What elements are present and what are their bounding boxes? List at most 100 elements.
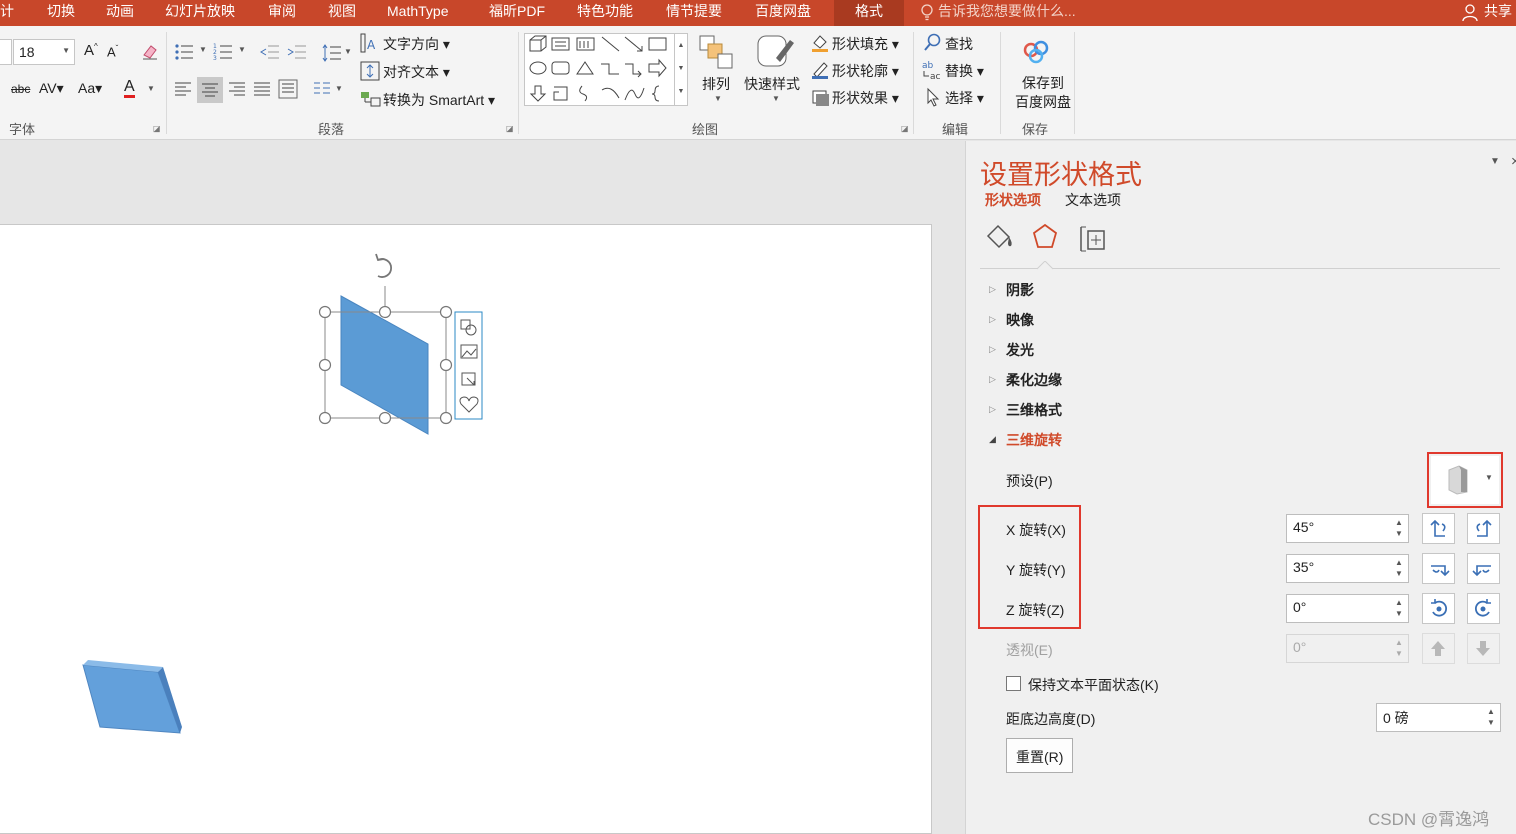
lightbulb-icon	[921, 4, 933, 21]
dialog-launcher-icon[interactable]: ◪	[153, 124, 161, 133]
save-to-baidu-button[interactable]: 保存到 百度网盘	[1015, 74, 1071, 112]
clear-format-icon[interactable]	[141, 43, 159, 61]
pane-title: 设置形状格式	[980, 160, 1142, 190]
convert-smartart-button[interactable]: 转换为 SmartArt ▾	[383, 90, 495, 110]
tab-mathtype[interactable]: MathType	[387, 0, 448, 26]
preset-3d-shape-icon	[1448, 465, 1468, 495]
find-button[interactable]: 查找	[945, 34, 973, 54]
distance-from-ground-spinner[interactable]: 0 磅 ▲ ▼	[1376, 703, 1501, 732]
close-icon[interactable]: ×	[1511, 153, 1516, 170]
strikethrough-button[interactable]: abc	[11, 82, 30, 96]
quick-styles-button[interactable]: 快速样式	[744, 74, 800, 94]
bullets-icon[interactable]	[174, 43, 198, 61]
y-rotate-down-button[interactable]	[1467, 553, 1500, 584]
shrink-font-button[interactable]: Aˇ	[107, 44, 118, 59]
tab-transitions[interactable]: 切换	[47, 0, 75, 26]
tab-storyboard[interactable]: 情节提要	[666, 0, 722, 26]
z-rotate-counterclockwise-button[interactable]	[1467, 593, 1500, 624]
chevron-down-icon[interactable]: ▼	[344, 47, 352, 56]
align-right-icon[interactable]	[228, 81, 246, 97]
chevron-down-icon[interactable]: ▼	[335, 84, 343, 93]
tab-baidu-netdisk[interactable]: 百度网盘	[755, 0, 811, 26]
effects-pentagon-icon[interactable]	[1031, 222, 1059, 252]
keep-text-flat-checkbox[interactable]	[1006, 676, 1021, 691]
quick-layout-buttons[interactable]	[454, 311, 483, 420]
chevron-down-icon[interactable]: ▼	[147, 84, 155, 93]
tab-foxit-pdf[interactable]: 福昕PDF	[489, 0, 545, 26]
x-rotate-right-button[interactable]	[1467, 513, 1500, 544]
arrange-button[interactable]: 排列	[702, 74, 730, 94]
section-3d-format[interactable]: 三维格式	[1006, 400, 1062, 420]
tab-format[interactable]: 格式	[834, 0, 904, 26]
tab-design[interactable]: 计	[0, 0, 14, 26]
select-button[interactable]: 选择 ▾	[945, 88, 984, 108]
z-rotate-clockwise-button[interactable]	[1422, 593, 1455, 624]
decrease-indent-icon[interactable]	[260, 43, 280, 61]
increase-indent-icon[interactable]	[287, 43, 307, 61]
y-rotate-up-button[interactable]	[1422, 553, 1455, 584]
preset-label: 预设(P)	[1006, 473, 1053, 489]
grow-font-button[interactable]: A^	[84, 42, 98, 59]
keep-text-flat-label: 保持文本平面状态(K)	[1028, 677, 1159, 693]
change-case-button[interactable]: Aa▾	[78, 80, 102, 97]
rotated-3d-shape[interactable]	[82, 660, 182, 734]
tab-slideshow[interactable]: 幻灯片放映	[165, 0, 235, 26]
dialog-launcher-icon[interactable]: ◪	[901, 124, 909, 133]
chevron-down-icon[interactable]: ▼	[199, 45, 207, 54]
svg-text:ac: ac	[930, 72, 941, 81]
spinner-arrows-icon[interactable]: ▲ ▼	[1486, 706, 1496, 728]
line-spacing-icon[interactable]	[322, 43, 342, 63]
tell-me-input[interactable]: 告诉我您想要做什么...	[938, 0, 1076, 26]
select-cursor-icon	[927, 87, 940, 107]
tab-text-options[interactable]: 文本选项	[1065, 190, 1121, 210]
spinner-arrows-icon[interactable]: ▲ ▼	[1394, 597, 1404, 619]
shapes-gallery[interactable]: ▲ ▼ ▼	[524, 33, 688, 106]
shape-fill-button[interactable]: 形状填充 ▾	[832, 34, 899, 54]
font-color-button[interactable]: A	[124, 78, 135, 98]
size-properties-icon[interactable]	[1078, 224, 1108, 254]
expand-arrow-icon: ▷	[989, 314, 996, 324]
reset-button[interactable]: 重置(R)	[1006, 738, 1073, 773]
fill-line-icon[interactable]	[985, 223, 1015, 253]
spinner-arrows-icon[interactable]: ▲ ▼	[1394, 517, 1404, 539]
preset-dropdown[interactable]: ▼	[1431, 456, 1499, 504]
tab-view[interactable]: 视图	[328, 0, 356, 26]
gallery-scroll[interactable]: ▲ ▼ ▼	[674, 34, 687, 106]
section-soft-edges[interactable]: 柔化边缘	[1006, 370, 1062, 390]
chevron-down-icon[interactable]: ▼	[238, 45, 246, 54]
x-rotate-left-button[interactable]	[1422, 513, 1455, 544]
chevron-down-icon[interactable]: ▼	[1490, 156, 1500, 167]
tab-special-features[interactable]: 特色功能	[577, 0, 633, 26]
shape-outline-button[interactable]: 形状轮廓 ▾	[832, 61, 899, 81]
numbering-icon[interactable]: 123	[213, 43, 237, 61]
align-left-icon[interactable]	[174, 81, 192, 97]
font-name-combo[interactable]	[0, 39, 12, 65]
replace-button[interactable]: 替换 ▾	[945, 61, 984, 81]
x-rotation-spinner[interactable]: 45° ▲ ▼	[1286, 514, 1409, 543]
rotate-counterclockwise-icon	[1474, 599, 1491, 617]
justify-icon[interactable]	[253, 81, 271, 97]
section-reflection[interactable]: 映像	[1006, 310, 1034, 330]
font-size-combo[interactable]: 18 ▼	[13, 39, 75, 65]
distributed-icon[interactable]	[278, 79, 298, 99]
tab-shape-options[interactable]: 形状选项	[985, 190, 1041, 210]
align-text-icon	[360, 61, 380, 81]
tab-animations[interactable]: 动画	[106, 0, 134, 26]
text-direction-button[interactable]: 文字方向 ▾	[383, 34, 450, 54]
y-rotation-spinner[interactable]: 35° ▲ ▼	[1286, 554, 1409, 583]
section-3d-rotation[interactable]: 三维旋转	[1006, 430, 1062, 450]
tab-review[interactable]: 审阅	[268, 0, 296, 26]
section-glow[interactable]: 发光	[1006, 340, 1034, 360]
selected-shape[interactable]	[318, 253, 453, 435]
spinner-arrows-icon[interactable]: ▲ ▼	[1394, 557, 1404, 579]
shape-outline-icon	[812, 62, 828, 79]
dialog-launcher-icon[interactable]: ◪	[506, 124, 514, 133]
z-rotation-spinner[interactable]: 0° ▲ ▼	[1286, 594, 1409, 623]
share-button[interactable]: 共享	[1484, 0, 1512, 26]
columns-icon[interactable]	[313, 81, 331, 97]
align-center-button[interactable]	[197, 77, 223, 103]
shape-effects-button[interactable]: 形状效果 ▾	[832, 88, 899, 108]
align-text-button[interactable]: 对齐文本 ▾	[383, 62, 450, 82]
char-spacing-button[interactable]: AV▾	[39, 80, 64, 97]
section-shadow[interactable]: 阴影	[1006, 280, 1034, 300]
